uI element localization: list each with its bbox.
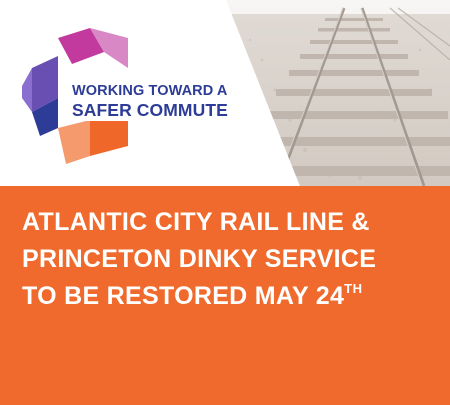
logo-line-1: WORKING TOWARD A [68, 82, 232, 101]
headline-line-2: PRINCETON DINKY SERVICE [22, 245, 377, 273]
headline-line-1: ATLANTIC CITY RAIL LINE & [22, 208, 370, 236]
announcement-banner: WORKING TOWARD A SAFER COMMUTE ATLANTIC … [0, 0, 450, 405]
header-area: WORKING TOWARD A SAFER COMMUTE [0, 0, 450, 186]
ordinal-suffix: TH [344, 281, 363, 296]
logo-line-2: SAFER COMMUTE [68, 100, 232, 121]
logo-tagline: WORKING TOWARD A SAFER COMMUTE [68, 82, 232, 121]
headline: ATLANTIC CITY RAIL LINE & PRINCETON DINK… [22, 204, 442, 315]
safer-commute-logo: WORKING TOWARD A SAFER COMMUTE [18, 28, 253, 168]
headline-line-3: TO BE RESTORED MAY 24TH [22, 278, 442, 315]
headline-line-3-text: TO BE RESTORED MAY 24 [22, 282, 345, 310]
